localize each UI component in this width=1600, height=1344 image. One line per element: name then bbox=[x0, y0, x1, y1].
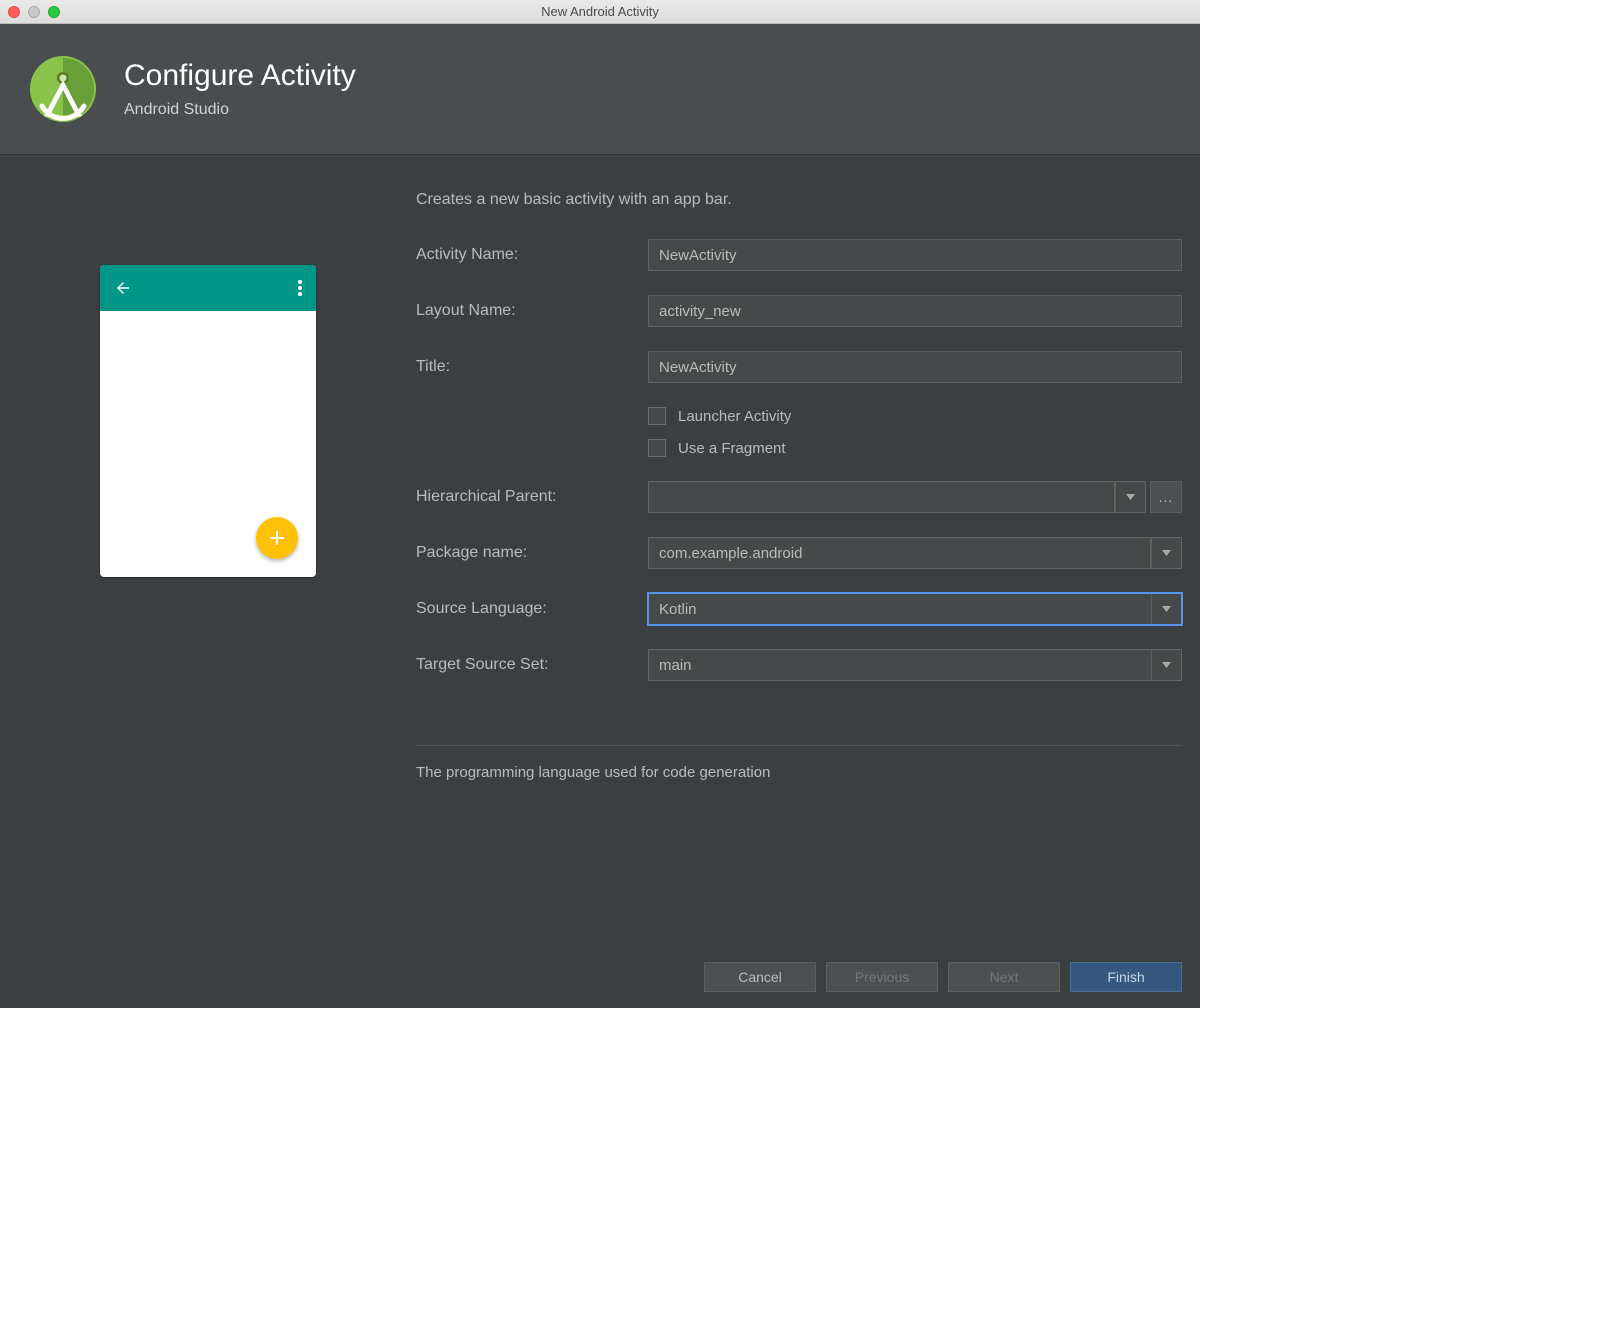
window-title: New Android Activity bbox=[0, 4, 1200, 19]
label-layout-name: Layout Name: bbox=[416, 302, 648, 320]
row-package-name: Package name: com.example.android bbox=[416, 537, 1182, 569]
field-help-text: The programming language used for code g… bbox=[416, 764, 1182, 781]
use-fragment-label: Use a Fragment bbox=[678, 440, 786, 457]
chevron-down-icon bbox=[1162, 550, 1171, 556]
preview-appbar bbox=[100, 265, 316, 311]
source-language-value: Kotlin bbox=[649, 601, 1151, 618]
form-column: Creates a new basic activity with an app… bbox=[416, 191, 1182, 948]
source-language-dropdown-arrow[interactable] bbox=[1151, 594, 1181, 624]
zoom-window-button[interactable] bbox=[48, 6, 60, 18]
dialog-window: New Android Activity Configure Activity … bbox=[0, 0, 1200, 1008]
layout-name-input[interactable] bbox=[648, 295, 1182, 327]
label-source-language: Source Language: bbox=[416, 600, 648, 618]
row-launcher-activity: Launcher Activity bbox=[416, 407, 1182, 425]
row-activity-name: Activity Name: bbox=[416, 239, 1182, 271]
preview-fab bbox=[256, 517, 298, 559]
row-title: Title: bbox=[416, 351, 1182, 383]
package-name-value[interactable]: com.example.android bbox=[649, 538, 1151, 568]
target-source-set-combo[interactable]: main bbox=[648, 649, 1182, 681]
template-preview-column bbox=[18, 191, 398, 948]
wizard-header: Configure Activity Android Studio bbox=[0, 24, 1200, 155]
launcher-activity-label: Launcher Activity bbox=[678, 408, 791, 425]
source-language-combo[interactable]: Kotlin bbox=[648, 593, 1182, 625]
cancel-button[interactable]: Cancel bbox=[704, 962, 816, 992]
label-target-source-set: Target Source Set: bbox=[416, 656, 648, 674]
ellipsis-icon: ... bbox=[1159, 489, 1174, 505]
package-name-combo[interactable]: com.example.android bbox=[648, 537, 1182, 569]
package-name-dropdown-arrow[interactable] bbox=[1151, 538, 1181, 568]
label-activity-name: Activity Name: bbox=[416, 246, 648, 264]
title-input[interactable] bbox=[648, 351, 1182, 383]
header-text: Configure Activity Android Studio bbox=[124, 59, 356, 119]
close-window-button[interactable] bbox=[8, 6, 20, 18]
next-button[interactable]: Next bbox=[948, 962, 1060, 992]
traffic-lights bbox=[8, 6, 60, 18]
activity-name-input[interactable] bbox=[648, 239, 1182, 271]
template-preview bbox=[100, 265, 316, 577]
chevron-down-icon bbox=[1162, 606, 1171, 612]
label-package-name: Package name: bbox=[416, 544, 648, 562]
use-fragment-checkbox[interactable] bbox=[648, 439, 666, 457]
chevron-down-icon bbox=[1126, 494, 1135, 500]
row-layout-name: Layout Name: bbox=[416, 295, 1182, 327]
hierarchical-parent-dropdown-arrow[interactable] bbox=[1115, 482, 1145, 512]
wizard-body: Creates a new basic activity with an app… bbox=[0, 155, 1200, 948]
finish-button[interactable]: Finish bbox=[1070, 962, 1182, 992]
plus-icon bbox=[269, 530, 285, 546]
hierarchical-parent-browse-button[interactable]: ... bbox=[1150, 481, 1182, 513]
hierarchical-parent-value[interactable] bbox=[649, 482, 1115, 512]
android-studio-logo-icon bbox=[28, 54, 98, 124]
chevron-down-icon bbox=[1162, 662, 1171, 668]
wizard-footer: Cancel Previous Next Finish bbox=[0, 948, 1200, 1008]
launcher-activity-checkbox[interactable] bbox=[648, 407, 666, 425]
page-title: Configure Activity bbox=[124, 59, 356, 93]
titlebar: New Android Activity bbox=[0, 0, 1200, 24]
target-source-set-value: main bbox=[649, 657, 1151, 674]
minimize-window-button bbox=[28, 6, 40, 18]
row-hierarchical-parent: Hierarchical Parent: ... bbox=[416, 481, 1182, 513]
row-source-language: Source Language: Kotlin bbox=[416, 593, 1182, 625]
help-divider bbox=[416, 745, 1182, 746]
label-hierarchical-parent: Hierarchical Parent: bbox=[416, 488, 648, 506]
page-subtitle: Android Studio bbox=[124, 101, 356, 119]
template-description: Creates a new basic activity with an app… bbox=[416, 191, 1182, 209]
overflow-menu-icon bbox=[298, 280, 302, 296]
row-target-source-set: Target Source Set: main bbox=[416, 649, 1182, 681]
target-source-set-dropdown-arrow[interactable] bbox=[1151, 650, 1181, 680]
row-use-fragment: Use a Fragment bbox=[416, 439, 1182, 457]
previous-button[interactable]: Previous bbox=[826, 962, 938, 992]
label-title: Title: bbox=[416, 358, 648, 376]
back-arrow-icon bbox=[114, 279, 132, 297]
hierarchical-parent-combo[interactable] bbox=[648, 481, 1146, 513]
